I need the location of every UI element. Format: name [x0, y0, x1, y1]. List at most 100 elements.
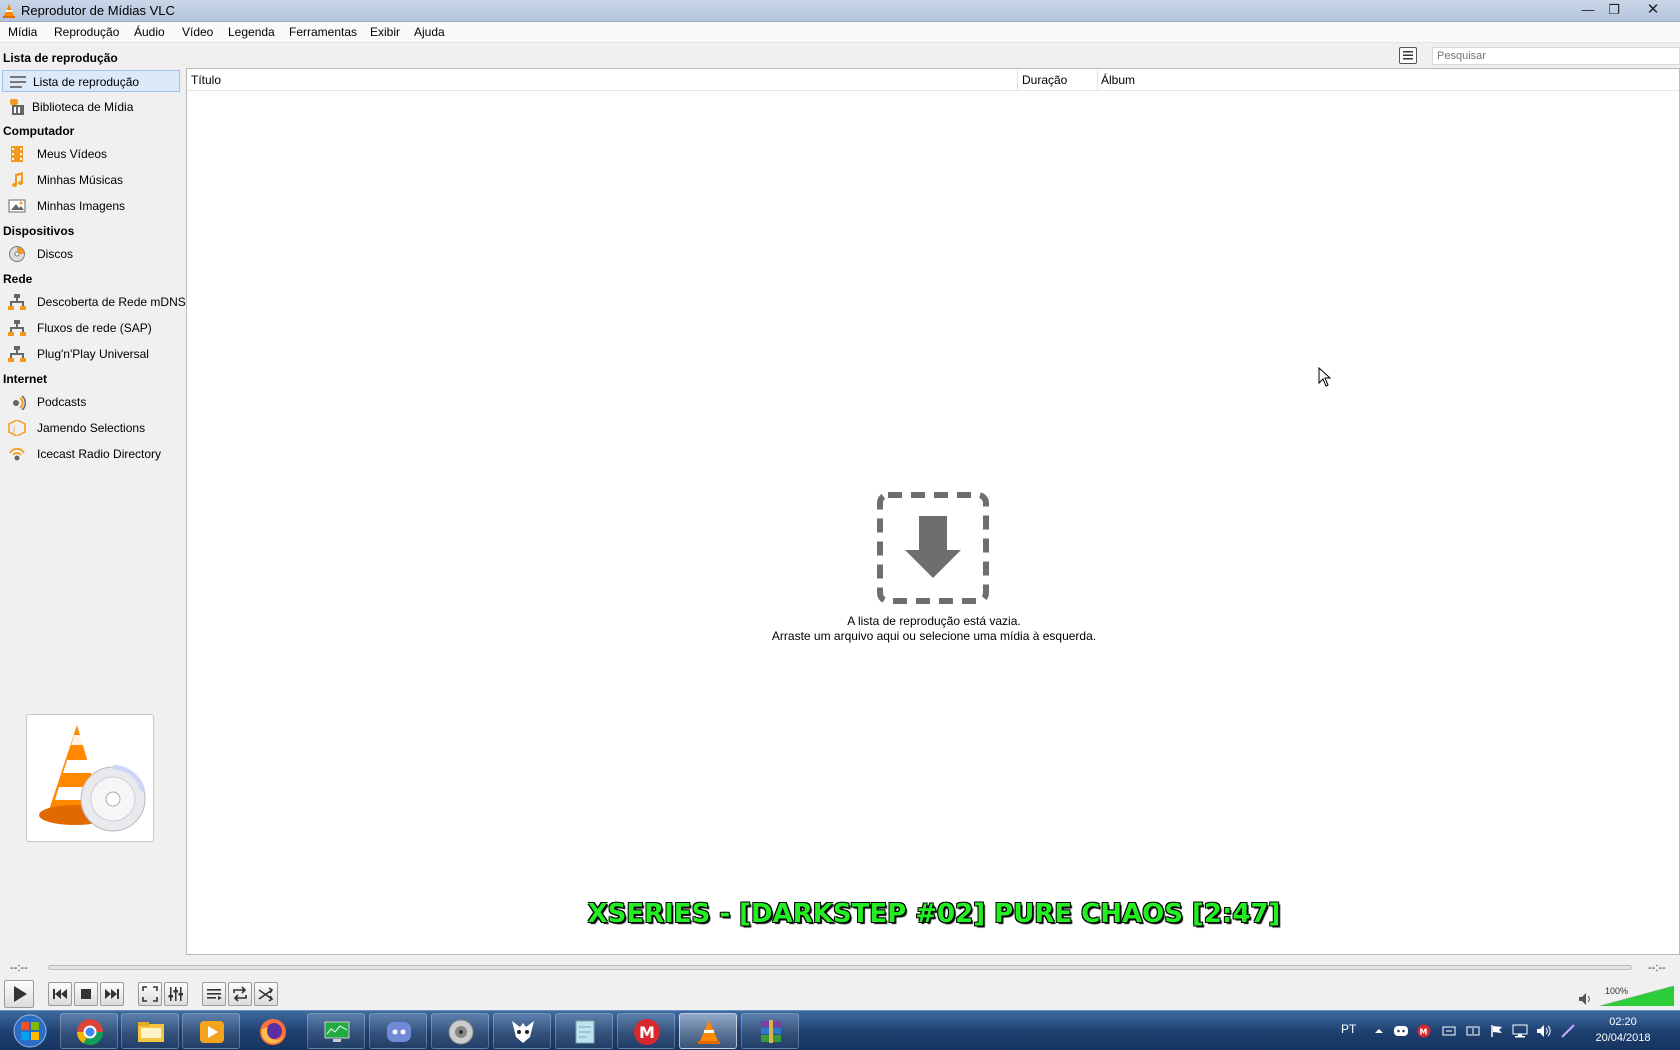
- column-duration[interactable]: Duração: [1022, 73, 1067, 87]
- svg-text:J: J: [12, 425, 15, 433]
- sidebar-item-label: Icecast Radio Directory: [37, 447, 162, 461]
- show-hidden-icons-icon[interactable]: [1371, 1024, 1387, 1038]
- discord-tray-icon[interactable]: [1393, 1024, 1409, 1038]
- menu-audio[interactable]: Áudio: [134, 25, 165, 39]
- view-mode-button[interactable]: [1399, 47, 1417, 64]
- taskbar-explorer[interactable]: [121, 1013, 179, 1049]
- menu-ferramentas[interactable]: Ferramentas: [289, 25, 357, 39]
- volume-slider[interactable]: [1600, 986, 1674, 1006]
- clock-date: 20/04/2018: [1595, 1032, 1651, 1044]
- speaker-app-icon: [448, 1019, 474, 1045]
- svg-text:M: M: [1420, 1028, 1428, 1037]
- network-icon: [8, 294, 26, 310]
- sidebar-item-my-pictures[interactable]: Minhas Imagens: [2, 195, 180, 217]
- empty-message: A lista de reprodução está vazia.: [847, 614, 1021, 628]
- menu-midia[interactable]: Mídia: [8, 25, 37, 39]
- maximize-button[interactable]: ❐: [1601, 1, 1627, 19]
- taskbar-vlc[interactable]: [679, 1013, 737, 1049]
- sidebar-item-label: Biblioteca de Mídia: [32, 100, 134, 114]
- next-button[interactable]: [100, 982, 124, 1006]
- taskbar-chrome[interactable]: [60, 1013, 118, 1049]
- loop-button[interactable]: [228, 982, 252, 1006]
- clock-time: 02:20: [1609, 1016, 1637, 1028]
- column-title[interactable]: Título: [191, 73, 221, 87]
- sidebar-item-discs[interactable]: Discos: [2, 243, 180, 265]
- extended-settings-button[interactable]: [164, 982, 188, 1006]
- playlist-icon: [207, 989, 222, 1000]
- media-prev-tray-icon[interactable]: [1441, 1024, 1457, 1038]
- column-separator: [1017, 69, 1018, 91]
- album-art[interactable]: [26, 714, 154, 842]
- sidebar-item-label: Descoberta de Rede mDNS: [37, 295, 186, 309]
- action-center-flag-icon[interactable]: [1489, 1024, 1505, 1038]
- taskbar-winrar[interactable]: [741, 1013, 799, 1049]
- music-note-icon: [12, 172, 23, 187]
- column-album[interactable]: Álbum: [1101, 73, 1135, 87]
- seek-slider[interactable]: [48, 965, 1632, 970]
- taskbar-notepad[interactable]: [555, 1013, 613, 1049]
- close-button[interactable]: ✕: [1630, 1, 1676, 19]
- network-icon: [8, 320, 26, 336]
- sidebar-item-my-music[interactable]: Minhas Músicas: [2, 169, 180, 191]
- taskbar-speaker[interactable]: [431, 1013, 489, 1049]
- taskbar-firefox[interactable]: [243, 1013, 301, 1049]
- taskbar-discord[interactable]: [369, 1013, 427, 1049]
- sidebar-item-jamendo[interactable]: J Jamendo Selections: [2, 417, 180, 439]
- search-input[interactable]: [1432, 47, 1680, 65]
- previous-button[interactable]: [48, 982, 72, 1006]
- pen-tray-icon[interactable]: [1560, 1024, 1576, 1038]
- disc-icon: [9, 246, 25, 262]
- sidebar-item-sap[interactable]: Fluxos de rede (SAP): [2, 317, 180, 339]
- elapsed-time: --:--: [10, 962, 28, 974]
- sidebar-item-podcasts[interactable]: Podcasts: [2, 391, 180, 413]
- media-library-icon: [10, 99, 24, 115]
- taskbar-foobar[interactable]: [493, 1013, 551, 1049]
- start-button[interactable]: [6, 1013, 54, 1049]
- toggle-playlist-button[interactable]: [202, 982, 226, 1006]
- mega-tray-icon[interactable]: M: [1416, 1024, 1432, 1038]
- speaker-icon[interactable]: [1578, 992, 1592, 1006]
- window-title: Reprodutor de Mídias VLC: [21, 3, 175, 18]
- section-internet: Internet: [3, 372, 48, 386]
- shuffle-button[interactable]: [254, 982, 278, 1006]
- stop-icon: [81, 989, 91, 999]
- equalizer-icon: [168, 987, 183, 1001]
- play-icon: [14, 986, 27, 1002]
- menu-ajuda[interactable]: Ajuda: [414, 25, 445, 39]
- network-tray-icon[interactable]: [1512, 1024, 1528, 1038]
- menu-video[interactable]: Vídeo: [182, 25, 213, 39]
- playlist-icon: [10, 76, 26, 88]
- system-clock[interactable]: 02:20 20/04/2018: [1588, 1014, 1658, 1046]
- list-view-icon: [1403, 51, 1413, 60]
- volume-tray-icon[interactable]: [1536, 1024, 1552, 1038]
- sidebar-item-icecast[interactable]: Icecast Radio Directory: [2, 443, 180, 465]
- sidebar-item-playlist[interactable]: Lista de reprodução: [2, 70, 180, 92]
- empty-hint: Arraste um arquivo aqui ou selecione uma…: [771, 629, 1097, 643]
- sidebar-item-label: Plug'n'Play Universal: [37, 347, 149, 361]
- menu-legenda[interactable]: Legenda: [228, 25, 275, 39]
- taskbar-media-player[interactable]: [182, 1013, 240, 1049]
- playlist-view[interactable]: Título Duração Álbum A lista de reproduç…: [186, 68, 1680, 955]
- remaining-time[interactable]: --:--: [1648, 962, 1666, 974]
- menu-reproducao[interactable]: Reprodução: [54, 25, 119, 39]
- section-computer: Computador: [3, 124, 75, 138]
- winrar-icon: [761, 1020, 781, 1043]
- taskbar-monitor[interactable]: [307, 1013, 365, 1049]
- stop-button[interactable]: [74, 982, 98, 1006]
- language-indicator[interactable]: PT: [1341, 1022, 1356, 1036]
- sidebar-item-label: Lista de reprodução: [33, 75, 140, 89]
- sidebar-item-label: Meus Vídeos: [37, 147, 108, 161]
- sidebar-item-upnp[interactable]: Plug'n'Play Universal: [2, 343, 180, 365]
- play-button[interactable]: [4, 980, 34, 1008]
- taskbar-mega[interactable]: M: [617, 1013, 675, 1049]
- sidebar-item-media-library[interactable]: Biblioteca de Mídia: [2, 96, 180, 118]
- playlist-header: Título Duração Álbum: [187, 69, 1679, 91]
- sidebar-item-mdns[interactable]: Descoberta de Rede mDNS: [2, 291, 186, 313]
- control-bar: 100%: [0, 978, 1680, 1010]
- menu-exibir[interactable]: Exibir: [370, 25, 400, 39]
- menu-bar: Mídia Reprodução Áudio Vídeo Legenda Fer…: [0, 22, 1680, 43]
- sidebar-item-my-videos[interactable]: Meus Vídeos: [2, 143, 180, 165]
- minimize-button[interactable]: —: [1575, 1, 1601, 19]
- media-next-tray-icon[interactable]: [1465, 1024, 1481, 1038]
- fullscreen-button[interactable]: [138, 982, 162, 1006]
